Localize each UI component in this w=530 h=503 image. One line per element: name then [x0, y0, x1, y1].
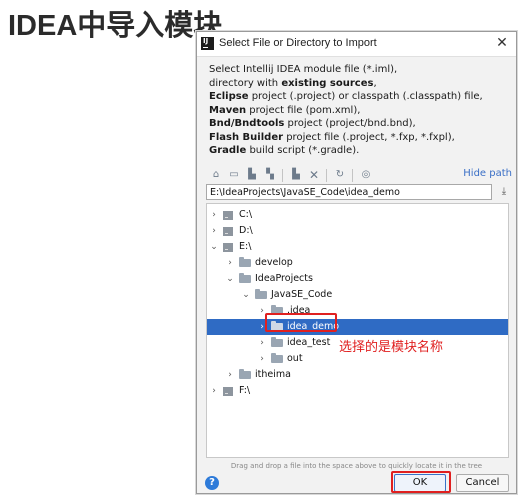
tree-row-label: JavaSE_Code	[271, 289, 333, 300]
desktop-icon[interactable]: ▭	[227, 168, 241, 182]
toolbar-separator	[282, 169, 283, 182]
tree-row-label: develop	[255, 257, 293, 268]
tree-row[interactable]: ⌄ E:\	[207, 239, 508, 255]
tree-row[interactable]: › D:\	[207, 223, 508, 239]
download-icon[interactable]: ⤓	[498, 185, 510, 199]
description-line: Gradle build script (*.gradle).	[209, 145, 360, 156]
folder-icon	[271, 353, 283, 363]
tree-row[interactable]: › itheima	[207, 367, 508, 383]
folder-icon	[271, 337, 283, 347]
tree-row-label: IdeaProjects	[255, 273, 313, 284]
tree-row[interactable]: › .idea	[207, 303, 508, 319]
tree-row-label: C:\	[239, 209, 253, 220]
chevron-down-icon[interactable]: ⌄	[209, 239, 219, 255]
drive-icon	[223, 243, 233, 252]
tree-row-label: idea_test	[287, 337, 331, 348]
project-folder-icon[interactable]: ▙	[245, 168, 259, 182]
tree-row[interactable]: › C:\	[207, 207, 508, 223]
chevron-right-icon[interactable]: ›	[209, 207, 219, 223]
tree-row[interactable]: › develop	[207, 255, 508, 271]
tree-row-label: F:\	[239, 385, 251, 396]
import-dialog: IJ Select File or Directory to Import ✕ …	[196, 31, 517, 494]
description-line: Bnd/Bndtools project (project/bnd.bnd),	[209, 118, 416, 129]
chevron-right-icon[interactable]: ›	[225, 255, 235, 271]
tree-row-label: E:\	[239, 241, 252, 252]
description-line: Maven project file (pom.xml),	[209, 104, 361, 116]
drive-icon	[223, 387, 233, 396]
tree-row-label: out	[287, 353, 303, 364]
drag-hint: Drag and drop a file into the space abov…	[230, 462, 483, 470]
chevron-right-icon[interactable]: ›	[257, 351, 267, 367]
close-button[interactable]: ✕	[494, 35, 510, 51]
tree-row[interactable]: › F:\	[207, 383, 508, 399]
cancel-button[interactable]: Cancel	[456, 474, 509, 492]
description-line: Eclipse project (.project) or classpath …	[209, 91, 483, 102]
annotation-text: 选择的是模块名称	[339, 340, 444, 355]
description-line: Flash Builder project file (.project, *.…	[209, 131, 455, 143]
toolbar-separator	[326, 169, 327, 182]
slide-title: IDEA中导入模块	[8, 10, 223, 42]
folder-icon	[255, 289, 267, 299]
drive-icon	[223, 211, 233, 220]
chevron-down-icon[interactable]: ⌄	[241, 287, 251, 303]
chevron-right-icon[interactable]: ›	[257, 335, 267, 351]
file-toolbar: ⌂ ▭ ▙ ▚ ▙ ✕ ↻ ◎ Hide path	[207, 167, 512, 185]
toolbar-separator	[352, 169, 353, 182]
hide-path-link[interactable]: Hide path	[463, 168, 512, 179]
selected-module-highlight	[265, 313, 337, 332]
file-tree[interactable]: › C:\ › D:\ ⌄ E:\ › develop ⌄ IdeaProjects ⌄ JavaSE…	[206, 203, 509, 458]
module-folder-icon[interactable]: ▚	[263, 168, 277, 182]
folder-icon	[239, 257, 251, 267]
delete-icon[interactable]: ✕	[307, 168, 321, 182]
tree-row-label: itheima	[255, 369, 291, 380]
dialog-title: Select File or Directory to Import	[219, 37, 377, 49]
path-field[interactable]	[206, 184, 492, 200]
tree-row[interactable]: ⌄ JavaSE_Code	[207, 287, 508, 303]
ok-button-highlight	[391, 471, 451, 493]
chevron-right-icon[interactable]: ›	[225, 367, 235, 383]
tree-row[interactable]: ⌄ IdeaProjects	[207, 271, 508, 287]
description-line: directory with existing sources,	[209, 77, 377, 89]
folder-icon	[239, 273, 251, 283]
refresh-icon[interactable]: ↻	[333, 168, 347, 182]
home-icon[interactable]: ⌂	[209, 168, 223, 182]
tree-row-label: D:\	[239, 225, 253, 236]
dialog-titlebar: IJ Select File or Directory to Import ✕	[197, 32, 516, 57]
folder-icon	[239, 369, 251, 379]
show-hidden-icon[interactable]: ◎	[359, 168, 373, 182]
path-row: ⤓	[206, 184, 510, 202]
new-folder-icon[interactable]: ▙	[289, 168, 303, 182]
chevron-down-icon[interactable]: ⌄	[225, 271, 235, 287]
chevron-right-icon[interactable]: ›	[209, 383, 219, 399]
drive-icon	[223, 227, 233, 236]
tree-row-selected[interactable]: › idea_demo	[207, 319, 508, 335]
intellij-app-icon: IJ	[201, 37, 214, 50]
help-icon[interactable]: ?	[205, 476, 219, 490]
chevron-right-icon[interactable]: ›	[209, 223, 219, 239]
description-line: Select Intellij IDEA module file (*.iml)…	[209, 64, 398, 75]
dialog-description: Select Intellij IDEA module file (*.iml)…	[209, 63, 509, 158]
